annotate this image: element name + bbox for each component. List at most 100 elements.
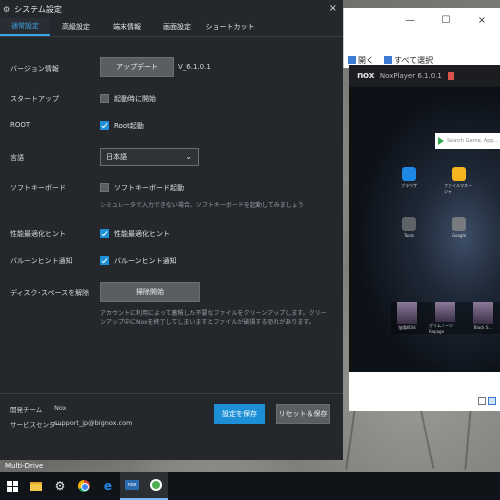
tab-display[interactable]: 画面設定 [152,18,202,36]
tab-shortcuts[interactable]: ショートカット [202,18,258,36]
nox-logo: nox [357,71,374,81]
softkeyboard-hint: シミュレータで入力できない場合、ソフトキーボードを起動してみましょう [100,202,304,209]
nox-badge-icon [447,72,454,80]
app-browser[interactable]: ブラウザ [394,167,424,189]
dock-item[interactable]: 陰陽師3d [391,302,423,334]
desktop-icon-label[interactable]: Multi-Drive [5,462,43,470]
nox-titlebar[interactable]: nox NoxPlayer 6.1.0.1 [349,65,500,87]
language-label: 言語 [10,154,24,162]
tab-advanced[interactable]: 高級設定 [50,18,102,36]
taskbar-multi-drive[interactable] [144,472,168,500]
app-file-manager[interactable]: ファイルマネージャ [444,167,474,195]
folder-icon [452,167,466,181]
game-thumbnail [435,302,455,322]
team-label: 開発チーム [10,406,43,414]
softkeyboard-checkbox-label: ソフトキーボード起動 [114,184,184,192]
open-label: 開く [358,55,374,65]
reset-save-button[interactable]: リセット＆保存 [276,404,330,424]
balloon-checkbox-label: バルーンヒント通知 [114,257,177,265]
softkeyboard-label: ソフトキーボード [10,184,66,192]
dock-item[interactable]: グリムノーツ Repage [429,302,461,334]
app-label: ブラウザ [401,183,417,188]
dialog-title: システム設定 [14,4,62,14]
taskbar-file-explorer[interactable] [24,472,48,500]
save-settings-button[interactable]: 設定を保存 [214,404,265,424]
folder-icon [30,481,42,491]
nox-icon: nox [125,480,139,490]
settings-tabs: 通常設定 高級設定 端末情報 画面設定 ショートカット [0,18,343,36]
tab-device-info[interactable]: 端末情報 [102,18,152,36]
update-button[interactable]: アップデート [100,57,174,77]
version-value: V_6.1.0.1 [178,63,211,71]
minimize-button[interactable]: — [392,8,428,32]
team-value: Nox [54,404,67,412]
select-all-button[interactable]: すべて選択 [384,55,433,66]
support-email[interactable]: support_jp@bignox.com [54,419,132,427]
startup-checkbox[interactable] [100,94,109,103]
dialog-titlebar[interactable]: ⚙ システム設定 [0,0,343,18]
select-all-icon [384,56,392,64]
tab-general[interactable]: 通常設定 [0,18,50,36]
startup-checkbox-label: 起動時に開始 [114,95,156,103]
app-label: ファイルマネージャ [444,183,472,194]
balloon-checkbox[interactable] [100,256,109,265]
maximize-button[interactable]: ☐ [428,8,464,32]
game-thumbnail [397,302,417,324]
explorer-bottom-area [349,372,500,411]
close-button[interactable]: × [329,3,337,14]
game-thumbnail [473,302,493,324]
open-icon [348,56,356,64]
taskbar-internet-explorer[interactable]: e [96,472,120,500]
nox-player-window: nox NoxPlayer 6.1.0.1 Search Game, App..… [349,65,500,411]
details-view-icon[interactable] [478,397,486,405]
perf-checkbox[interactable] [100,229,109,238]
perf-label: 性能最適化ヒント [10,230,66,238]
tabs-divider [0,36,343,37]
dock-label: グリムノーツ Repage [429,323,453,334]
footer-divider [0,393,343,394]
open-button[interactable]: 開く [348,55,374,66]
cleanup-button[interactable]: 掃除開始 [100,282,200,302]
android-screen[interactable]: Search Game, App... ブラウザ ファイルマネージャ Tools… [353,87,500,372]
tools-folder-icon [402,217,416,231]
gear-icon: ⚙ [3,4,11,14]
search-placeholder: Search Game, App... [447,138,499,144]
search-bar[interactable]: Search Game, App... [435,133,500,149]
multi-drive-icon [150,479,162,491]
perf-checkbox-label: 性能最適化ヒント [114,230,170,238]
language-value: 日本語 [106,153,127,161]
root-label: ROOT [10,121,31,129]
google-folder-icon [452,217,466,231]
app-dock: 陰陽師3d グリムノーツ Repage Black S... [391,302,500,334]
close-button[interactable]: × [464,8,500,32]
large-icons-view-icon[interactable] [488,397,496,405]
file-explorer-window: — ☐ × 開く すべて選択 [343,8,500,68]
nox-version: NoxPlayer 6.1.0.1 [379,72,442,80]
chrome-icon [78,480,90,492]
dock-label: 陰陽師3d [398,325,416,330]
start-button[interactable] [0,472,24,500]
startup-label: スタートアップ [10,95,59,103]
root-checkbox-label: Root起動 [114,122,144,130]
app-label: Google [451,233,467,238]
app-tools[interactable]: Tools [394,217,424,238]
disk-label: ディスク･スペースを解除 [10,289,90,297]
internet-explorer-icon: e [103,479,113,493]
chevron-down-icon: ⌄ [185,152,192,161]
select-all-label: すべて選択 [394,55,434,65]
dock-item[interactable]: Black S... [467,302,499,334]
root-checkbox[interactable] [100,121,109,130]
windows-icon [6,480,18,492]
balloon-label: バルーンヒント通知 [10,257,73,265]
browser-icon [402,167,416,181]
taskbar-chrome[interactable] [72,472,96,500]
app-google[interactable]: Google [444,217,474,238]
taskbar-nox[interactable]: nox [120,472,144,500]
system-settings-dialog: ⚙ システム設定 × 通常設定 高級設定 端末情報 画面設定 ショートカット バ… [0,0,343,460]
softkeyboard-checkbox[interactable] [100,183,109,192]
language-select[interactable]: 日本語 ⌄ [100,148,199,166]
play-store-icon [438,137,444,145]
disk-hint: アカウントに利用によって蓄積した不要なファイルをクリーンアップします。クリーンア… [100,310,327,326]
app-label: Tools [404,233,414,238]
taskbar-settings[interactable]: ⚙ [48,472,72,500]
